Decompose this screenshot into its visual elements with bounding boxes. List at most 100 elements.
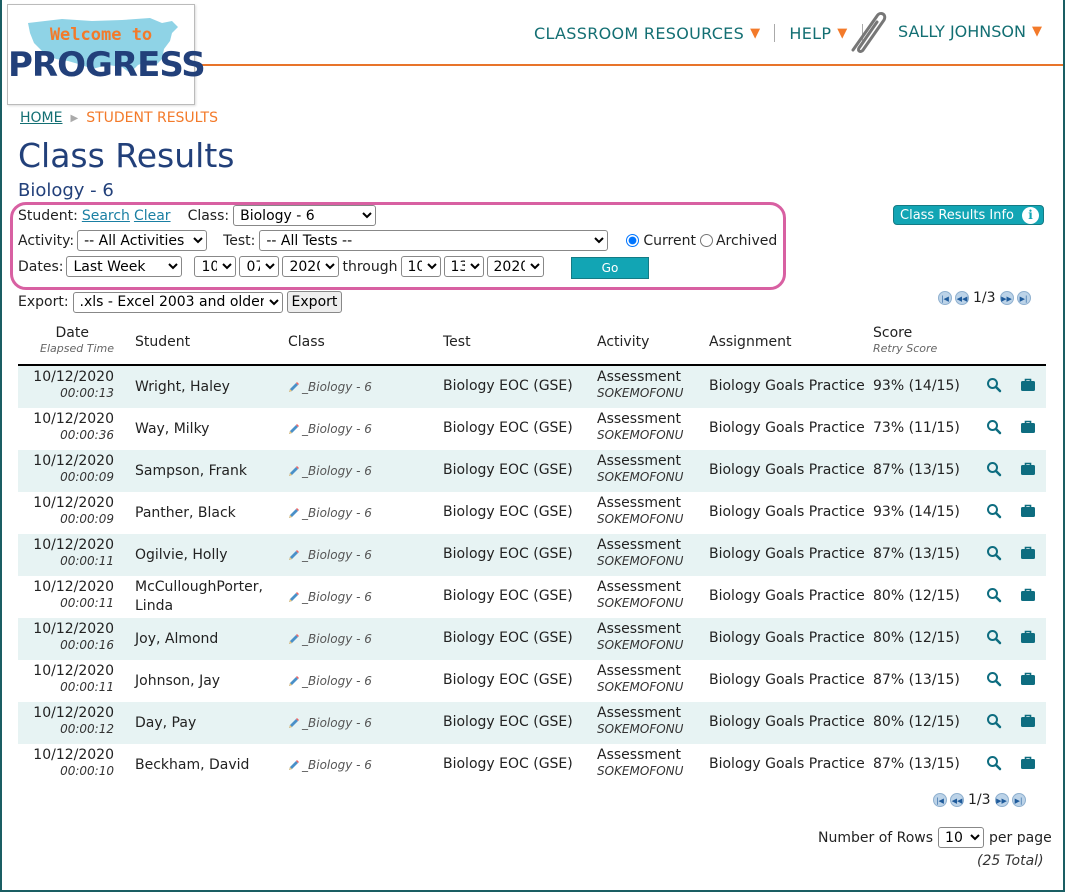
table-row: 10/12/2020 00:00:10 Beckham, David _Biology… — [18, 744, 1046, 786]
pencil-icon — [289, 718, 299, 728]
row-activity-cell: Assessment SOKEMOFONU — [597, 537, 683, 568]
row-class[interactable]: _Biology - 6 — [288, 380, 372, 394]
briefcase-icon[interactable] — [1020, 713, 1036, 729]
to-day-select[interactable]: 13 — [443, 256, 484, 277]
magnifier-icon[interactable] — [986, 419, 1002, 435]
last-page-icon[interactable]: ▶| — [1016, 291, 1031, 305]
magnifier-icon[interactable] — [986, 713, 1002, 729]
magnifier-icon[interactable] — [986, 545, 1002, 561]
to-month-select[interactable]: 10 — [400, 256, 441, 277]
export-format-select[interactable]: .xls - Excel 2003 and older — [72, 291, 283, 313]
archived-radio[interactable] — [699, 234, 713, 247]
row-test: Biology EOC (GSE) — [443, 504, 573, 520]
magnifier-icon[interactable] — [986, 587, 1002, 603]
row-assignment: Biology Goals Practice — [709, 378, 865, 394]
nav-separator — [774, 24, 776, 42]
row-class[interactable]: _Biology - 6 — [288, 632, 372, 646]
row-class[interactable]: _Biology - 6 — [288, 548, 372, 562]
magnifier-icon[interactable] — [986, 461, 1002, 477]
from-month-select[interactable]: 10 — [194, 256, 237, 277]
first-page-icon[interactable]: |◀ — [933, 793, 947, 807]
col-activity[interactable]: Activity — [597, 334, 649, 350]
row-activity: Assessment — [597, 411, 681, 427]
col-class[interactable]: Class — [288, 334, 325, 350]
row-student: Wright, Haley — [135, 379, 230, 395]
col-date[interactable]: Date Elapsed Time — [18, 325, 114, 355]
row-class[interactable]: _Biology - 6 — [288, 422, 372, 436]
from-year-select[interactable]: 2020 — [282, 256, 340, 277]
rows-per-page-select[interactable]: 10 — [938, 827, 985, 848]
magnifier-icon[interactable] — [986, 377, 1002, 393]
col-assignment[interactable]: Assignment — [709, 334, 791, 350]
info-icon: i — [1022, 207, 1039, 224]
row-activity: Assessment — [597, 369, 681, 385]
go-button[interactable]: Go — [571, 257, 649, 279]
nav-help[interactable]: HELP ▼ — [789, 24, 847, 43]
magnifier-icon[interactable] — [986, 671, 1002, 687]
briefcase-icon[interactable] — [1020, 461, 1036, 477]
class-results-info-button[interactable]: Class Results Info i — [893, 205, 1044, 225]
row-class[interactable]: _Biology - 6 — [288, 716, 372, 730]
caret-down-icon: ▼ — [1032, 24, 1042, 39]
student-clear-link[interactable]: Clear — [134, 208, 171, 224]
magnifier-icon[interactable] — [986, 503, 1002, 519]
row-student: Beckham, David — [135, 757, 250, 773]
row-class[interactable]: _Biology - 6 — [288, 674, 372, 688]
briefcase-icon[interactable] — [1020, 587, 1036, 603]
page-count: 1/3 — [968, 792, 991, 808]
first-page-icon[interactable]: |◀ — [938, 291, 952, 305]
row-score: 80% (12/15) — [873, 630, 960, 646]
from-day-select[interactable]: 07 — [239, 256, 280, 277]
prev-page-icon[interactable]: ◀◀ — [955, 291, 969, 305]
row-class[interactable]: _Biology - 6 — [288, 758, 372, 772]
pencil-icon — [289, 508, 299, 518]
student-search-link[interactable]: Search — [82, 208, 130, 224]
to-year-select[interactable]: 2020 — [486, 256, 544, 277]
magnifier-icon[interactable] — [986, 629, 1002, 645]
row-activity-cell: Assessment SOKEMOFONU — [597, 495, 683, 526]
row-score: 93% (14/15) — [873, 378, 960, 394]
row-class[interactable]: _Biology - 6 — [288, 464, 372, 478]
briefcase-icon[interactable] — [1020, 377, 1036, 393]
row-activity-code: SOKEMOFONU — [597, 722, 684, 736]
logo-progress-text: PROGRESS — [8, 45, 206, 85]
briefcase-icon[interactable] — [1020, 755, 1036, 771]
user-name: SALLY JOHNSON — [898, 22, 1026, 41]
magnifier-icon[interactable] — [986, 755, 1002, 771]
row-activity: Assessment — [597, 453, 681, 469]
nav-classroom-resources[interactable]: CLASSROOM RESOURCES ▼ — [534, 24, 760, 43]
col-elapsed-label: Elapsed Time — [40, 342, 114, 355]
row-activity-code: SOKEMOFONU — [597, 428, 684, 442]
briefcase-icon[interactable] — [1020, 629, 1036, 645]
filter-row-activity: Activity: -- All Activities -- Test: -- … — [18, 230, 777, 251]
row-class-label: _Biology - 6 — [302, 590, 372, 604]
briefcase-icon[interactable] — [1020, 419, 1036, 435]
class-select[interactable]: Biology - 6 — [233, 205, 377, 226]
col-score[interactable]: Score Retry Score — [873, 325, 937, 355]
next-page-icon[interactable]: ▶▶ — [994, 793, 1009, 807]
breadcrumb-home-link[interactable]: HOME — [20, 110, 62, 126]
row-activity-code: SOKEMOFONU — [597, 554, 684, 568]
activity-select[interactable]: -- All Activities -- — [77, 230, 208, 251]
caret-down-icon: ▼ — [750, 25, 761, 41]
logo[interactable]: Welcome to PROGRESS — [7, 4, 206, 105]
row-score: 80% (12/15) — [873, 714, 960, 730]
row-class[interactable]: _Biology - 6 — [288, 590, 372, 604]
current-radio[interactable] — [626, 234, 640, 247]
export-button[interactable]: Export — [286, 291, 343, 313]
briefcase-icon[interactable] — [1020, 545, 1036, 561]
user-menu[interactable]: SALLY JOHNSON ▼ — [898, 22, 1042, 41]
export-label: Export: — [18, 294, 69, 310]
dates-range-select[interactable]: Last Week — [66, 256, 183, 277]
briefcase-icon[interactable] — [1020, 671, 1036, 687]
next-page-icon[interactable]: ▶▶ — [999, 291, 1014, 305]
test-select[interactable]: -- All Tests -- — [259, 230, 609, 251]
prev-page-icon[interactable]: ◀◀ — [950, 793, 964, 807]
briefcase-icon[interactable] — [1020, 503, 1036, 519]
col-test[interactable]: Test — [443, 334, 471, 350]
row-activity: Assessment — [597, 747, 681, 763]
row-class[interactable]: _Biology - 6 — [288, 506, 372, 520]
col-retry-label: Retry Score — [873, 342, 938, 355]
last-page-icon[interactable]: ▶| — [1011, 793, 1026, 807]
col-student[interactable]: Student — [135, 334, 190, 350]
